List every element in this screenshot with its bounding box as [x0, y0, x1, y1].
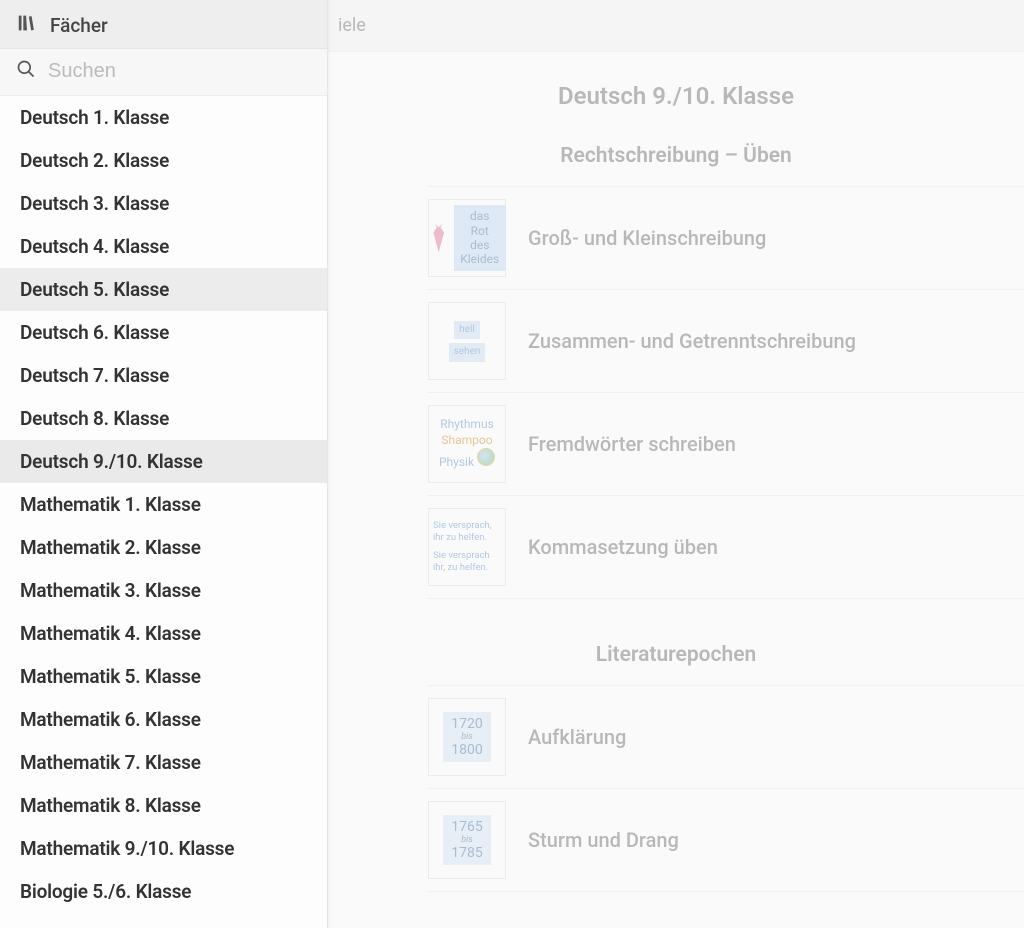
item-title: Fremdwörter schreiben [528, 432, 736, 456]
main-content: iele Deutsch 9./10. Klasse Rechtschreibu… [328, 0, 1024, 928]
sidebar-item[interactable]: Mathematik 9./10. Klasse [0, 827, 327, 870]
sidebar-title: Fächer [50, 14, 108, 37]
item-thumbnail: 1765bis1785 [428, 801, 506, 879]
sidebar-item[interactable]: Mathematik 3. Klasse [0, 569, 327, 612]
section-title: Literaturepochen [328, 629, 1024, 685]
sidebar: Fächer Deutsch 1. KlasseDeutsch 2. Klass… [0, 0, 328, 928]
item-thumbnail: das RotdesKleides [428, 199, 506, 277]
sidebar-item[interactable]: Mathematik 4. Klasse [0, 612, 327, 655]
sidebar-item[interactable]: Mathematik 2. Klasse [0, 526, 327, 569]
item-thumbnail: hellsehen [428, 302, 506, 380]
content-item[interactable]: Sie versprach, ihr zu helfen. Sie verspr… [428, 496, 1024, 599]
top-header: iele [328, 0, 1024, 52]
sidebar-item[interactable]: Mathematik 1. Klasse [0, 483, 327, 526]
sidebar-item[interactable]: Mathematik 8. Klasse [0, 784, 327, 827]
item-title: Aufklärung [528, 725, 626, 749]
sidebar-item[interactable]: Deutsch 4. Klasse [0, 225, 327, 268]
item-title: Groß- und Kleinschreibung [528, 226, 766, 250]
sidebar-item[interactable]: Deutsch 2. Klasse [0, 139, 327, 182]
item-title: Kommasetzung üben [528, 535, 718, 559]
content-item[interactable]: RhythmusShampooPhysik Fremdwörter schrei… [428, 393, 1024, 496]
sidebar-item[interactable]: Biologie 5./6. Klasse [0, 870, 327, 913]
search-input[interactable] [48, 60, 313, 83]
sidebar-item[interactable]: Deutsch 8. Klasse [0, 397, 327, 440]
content-item[interactable]: 1720bis1800 Aufklärung [428, 685, 1024, 789]
item-title: Zusammen- und Getrenntschreibung [528, 329, 856, 353]
item-thumbnail: 1720bis1800 [428, 698, 506, 776]
item-thumbnail: Sie versprach, ihr zu helfen. Sie verspr… [428, 508, 506, 586]
search-icon [16, 59, 36, 83]
sidebar-item[interactable]: Mathematik 5. Klasse [0, 655, 327, 698]
sidebar-header: Fächer [0, 0, 327, 49]
subject-list[interactable]: Deutsch 1. KlasseDeutsch 2. KlasseDeutsc… [0, 96, 327, 928]
item-thumbnail: RhythmusShampooPhysik [428, 405, 506, 483]
header-partial-text: iele [338, 15, 366, 36]
content-item[interactable]: das RotdesKleides Groß- und Kleinschreib… [428, 186, 1024, 290]
search-row[interactable] [0, 49, 327, 96]
sidebar-item[interactable]: Mathematik 6. Klasse [0, 698, 327, 741]
sidebar-item[interactable]: Mathematik 7. Klasse [0, 741, 327, 784]
sidebar-item[interactable]: Deutsch 3. Klasse [0, 182, 327, 225]
content-item[interactable]: hellsehen Zusammen- und Getrenntschreibun… [428, 290, 1024, 393]
item-title: Sturm und Drang [528, 828, 679, 852]
sidebar-item[interactable]: Deutsch 5. Klasse [0, 268, 327, 311]
sidebar-item[interactable]: Deutsch 6. Klasse [0, 311, 327, 354]
sidebar-item[interactable]: Deutsch 1. Klasse [0, 96, 327, 139]
content-item[interactable]: 1765bis1785 Sturm und Drang [428, 789, 1024, 892]
section-title: Rechtschreibung – Üben [328, 130, 1024, 186]
sidebar-item[interactable]: Deutsch 7. Klasse [0, 354, 327, 397]
page-title: Deutsch 9./10. Klasse [328, 52, 1024, 130]
sidebar-item[interactable]: Deutsch 9./10. Klasse [0, 440, 327, 483]
books-icon [16, 12, 38, 38]
